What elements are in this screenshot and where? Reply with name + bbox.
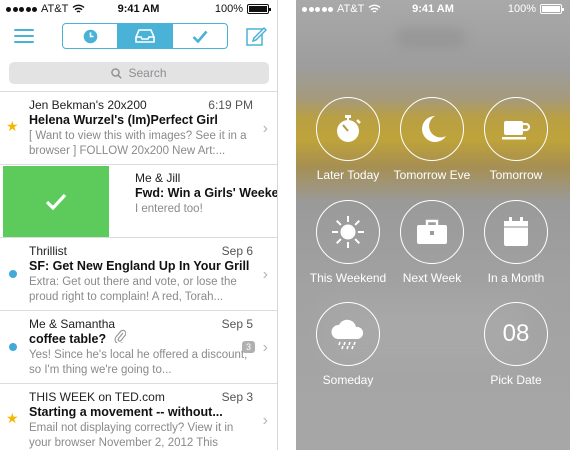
email-preview: Extra: Get out there and vote, or lose t… [29, 276, 237, 303]
email-sender: Me & Samantha [29, 317, 116, 331]
mailbox-segmented-control [62, 23, 228, 49]
email-subject: Starting a movement -- without... [29, 405, 223, 419]
email-preview: Email not displaying correctly? View it … [29, 422, 234, 449]
email-sender: Thrillist [29, 244, 67, 258]
unread-dot-icon [9, 270, 17, 278]
snooze-options-screen: AT&T 9:41 AM 100% Later Today Tomorrow E… [296, 0, 570, 450]
snooze-tomorrow-eve-button[interactable]: Tomorrow Eve [387, 97, 477, 182]
battery-percent: 100% [507, 3, 536, 15]
pick-date-number: 08 [502, 320, 530, 347]
paperclip-icon [114, 329, 126, 343]
checkmark-icon [192, 30, 208, 43]
mail-inbox-screen: AT&T 9:41 AM 100% Search ★ Jen Bekman's … [0, 0, 278, 450]
star-icon: ★ [6, 410, 19, 426]
option-label: Later Today [316, 168, 380, 182]
email-subject: Helena Wurzel's (Im)Perfect Girl [29, 113, 218, 127]
option-circle [400, 97, 464, 161]
thread-count-badge: 3 [241, 341, 255, 353]
inbox-icon [135, 29, 155, 43]
compose-icon[interactable] [245, 25, 267, 47]
status-bar: AT&T 9:41 AM 100% [0, 0, 277, 20]
chevron-right-icon: › [262, 339, 268, 356]
email-sender: THIS WEEK on TED.com [29, 390, 165, 404]
chevron-right-icon: › [262, 266, 268, 283]
snooze-someday-button[interactable]: Someday [303, 302, 393, 387]
briefcase-icon [417, 219, 447, 244]
done-tab[interactable] [173, 24, 227, 48]
email-row[interactable]: ★ Jen Bekman's 20x200 6:19 PM Helena Wur… [0, 91, 277, 164]
cloud-rain-icon [331, 319, 364, 350]
option-label: Pick Date [490, 373, 542, 387]
option-circle [316, 97, 380, 161]
star-icon: ★ [6, 118, 19, 134]
email-row[interactable]: Me & Samantha Sep 5 coffee table? Yes! S… [0, 310, 277, 383]
email-time: Sep 3 [221, 390, 253, 404]
snooze-next-week-button[interactable]: Next Week [387, 200, 477, 285]
clock-icon [83, 29, 97, 43]
swipe-done-action[interactable] [3, 166, 109, 237]
chevron-right-icon: › [262, 412, 268, 429]
option-label: Someday [322, 373, 374, 387]
email-preview: [ Want to view this with images? See it … [29, 130, 247, 157]
option-label: Next Week [402, 271, 462, 285]
option-circle [484, 97, 548, 161]
option-label: Tomorrow [489, 168, 543, 182]
option-circle [316, 200, 380, 264]
sun-icon [332, 216, 364, 248]
email-preview: I entered too! [135, 203, 203, 215]
search-bar[interactable]: Search [9, 62, 269, 84]
email-row-swiped[interactable]: Me & Jill Fwd: Win a Girls' Weeke I ente… [0, 164, 277, 237]
checkmark-icon [45, 193, 67, 210]
search-placeholder: Search [128, 66, 167, 80]
moon-icon [422, 116, 446, 142]
battery-icon [247, 4, 271, 14]
option-circle [484, 200, 548, 264]
later-tab[interactable] [63, 24, 118, 48]
battery-percent: 100% [214, 3, 243, 15]
option-circle [316, 302, 380, 366]
inbox-tab[interactable] [118, 24, 173, 48]
email-time: Sep 6 [221, 244, 253, 258]
menu-icon[interactable] [14, 29, 34, 44]
option-label: In a Month [487, 271, 545, 285]
stopwatch-icon [337, 115, 361, 142]
blurred-background [396, 28, 466, 48]
snooze-in-a-month-button[interactable]: In a Month [471, 200, 561, 285]
email-sender: Me & Jill [135, 171, 181, 185]
option-label: This Weekend [309, 271, 387, 285]
snooze-this-weekend-button[interactable]: This Weekend [303, 200, 393, 285]
option-label: Tomorrow Eve [393, 168, 471, 182]
email-preview: Yes! Since he's local he offered a disco… [29, 349, 248, 376]
email-row[interactable]: ★ THIS WEEK on TED.com Sep 3 Starting a … [0, 383, 277, 450]
snooze-later-today-button[interactable]: Later Today [303, 97, 393, 182]
snooze-tomorrow-button[interactable]: Tomorrow [471, 97, 561, 182]
email-time: Sep 5 [221, 317, 253, 331]
email-subject: coffee table? [29, 332, 107, 346]
coffee-cup-icon [502, 121, 531, 140]
option-circle: 08 [484, 302, 548, 366]
search-icon [111, 67, 123, 79]
chevron-right-icon: › [262, 120, 268, 137]
email-list: ★ Jen Bekman's 20x200 6:19 PM Helena Wur… [0, 91, 277, 450]
email-subject: Fwd: Win a Girls' Weeke [135, 186, 278, 200]
mail-toolbar [0, 20, 277, 54]
option-circle [400, 200, 464, 264]
email-row[interactable]: Thrillist Sep 6 SF: Get New England Up I… [0, 237, 277, 310]
email-sender: Jen Bekman's 20x200 [29, 98, 147, 112]
email-time: 6:19 PM [208, 98, 253, 112]
snooze-pick-date-button[interactable]: 08 Pick Date [471, 302, 561, 387]
email-subject: SF: Get New England Up In Your Grill [29, 259, 250, 273]
status-bar: AT&T 9:41 AM 100% [296, 0, 570, 20]
unread-dot-icon [9, 343, 17, 351]
calendar-icon [504, 217, 528, 246]
battery-icon [540, 4, 564, 14]
